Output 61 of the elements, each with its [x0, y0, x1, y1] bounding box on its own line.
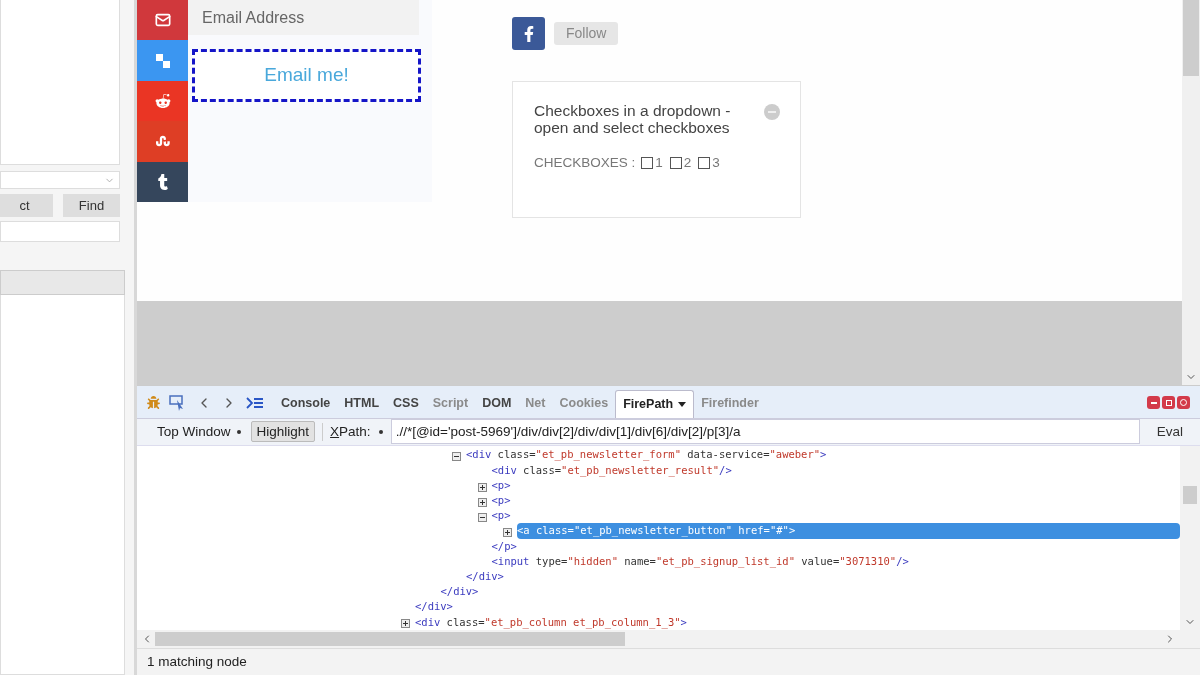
expand-toggle[interactable] [477, 482, 487, 492]
scrollbar[interactable] [1180, 445, 1200, 630]
command-line-icon [246, 396, 264, 409]
checkbox[interactable] [698, 157, 711, 170]
code-line[interactable]: <p> [491, 508, 515, 524]
devtools-tab[interactable]: CSS [386, 389, 426, 418]
expand-toggle[interactable] [503, 528, 512, 538]
share-tile[interactable] [137, 0, 188, 41]
scrollbar[interactable] [137, 630, 1200, 648]
squares-icon [154, 52, 171, 69]
eval-button[interactable]: Eval [1139, 419, 1200, 445]
checkbox[interactable] [641, 157, 654, 170]
restore-icon[interactable] [1162, 396, 1175, 410]
highlight-button[interactable]: Highlight [250, 421, 316, 443]
code-line[interactable]: <div class="et_pb_newsletter_result"/> [491, 462, 736, 479]
stumbleupon-icon [155, 134, 170, 149]
code-line: </p> [491, 538, 517, 554]
code-line[interactable]: <div class="et_pb_newsletter_form" data-service="aweber"> [466, 447, 831, 464]
devtools-tab[interactable]: DOM [475, 389, 519, 418]
share-tile[interactable] [137, 161, 188, 202]
facebook-icon[interactable] [512, 17, 545, 50]
status-text: 1 matching node [147, 652, 247, 671]
email-field[interactable]: Email Address [188, 0, 419, 35]
expand-toggle[interactable] [477, 497, 487, 507]
frame-dropdown[interactable]: Top Window [151, 421, 247, 442]
panel-button[interactable]: ct [0, 194, 53, 217]
share-tile[interactable] [137, 40, 188, 81]
collapse-toggle[interactable] [477, 513, 487, 523]
power-icon[interactable] [1177, 396, 1190, 410]
checkbox[interactable] [669, 157, 682, 170]
scroll-thumb[interactable] [1183, 0, 1199, 76]
code-line[interactable]: <div class="et_pb_column et_pb_column_1_3"> [415, 614, 691, 630]
input-field[interactable] [0, 221, 120, 242]
code-line: </div> [415, 599, 453, 615]
code-line[interactable]: <p> [491, 477, 515, 494]
code-line: </div> [466, 568, 504, 584]
share-tile[interactable] [137, 80, 188, 122]
bug-icon [147, 396, 160, 410]
scroll-thumb[interactable] [155, 632, 625, 646]
checkbox-number: 3 [712, 154, 720, 172]
collapse-toggle[interactable] [452, 452, 461, 462]
scroll-thumb[interactable] [1183, 485, 1197, 504]
minimize-icon[interactable] [1147, 396, 1160, 410]
code-line: </div> [440, 584, 479, 600]
card-title: Checkboxes in a dropdown - open and select checkboxes [534, 102, 732, 136]
panel-button[interactable]: Find [63, 194, 120, 217]
email-icon [154, 12, 171, 29]
share-tile[interactable] [137, 121, 188, 162]
checkbox-number: 2 [683, 154, 692, 172]
checkbox-number: 1 [655, 154, 663, 172]
code-line[interactable]: <input type="hidden" name="et_pb_signup_list_id" value="3071310"/> [491, 553, 913, 570]
expand-toggle[interactable] [401, 619, 410, 629]
devtools-tab[interactable]: HTML [337, 389, 387, 418]
devtools-tab[interactable]: Console [274, 389, 338, 418]
xpath-field[interactable]: .//*[@id='post-5969']/div/div[2]/div/div[1]/div[6]/div[2]/p[3]/a [390, 419, 1140, 445]
devtools-tab[interactable]: FirePath [615, 389, 695, 418]
xpath-dropdown[interactable]: XPath: [330, 421, 391, 442]
dropdown-field[interactable] [0, 171, 120, 189]
reddit-icon [154, 92, 171, 109]
checkbox-label: CHECKBOXES : [534, 154, 636, 172]
code-line[interactable]: <p> [491, 493, 515, 509]
